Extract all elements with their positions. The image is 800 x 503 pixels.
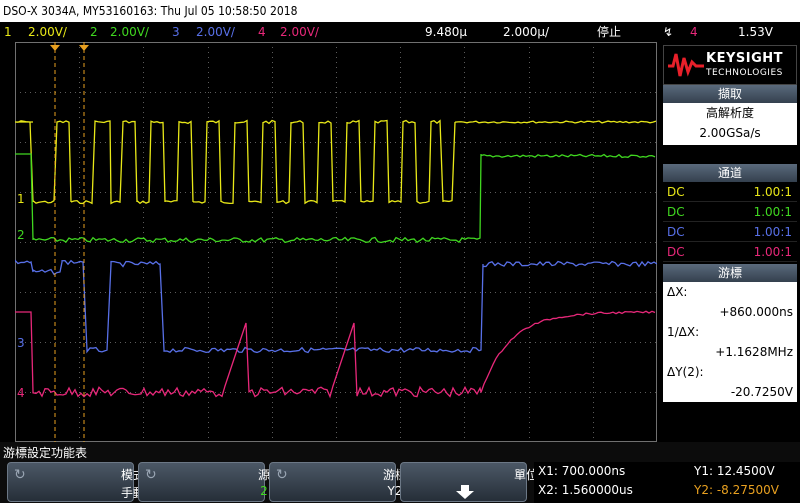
ch2-coupling: DC [667, 205, 685, 219]
sample-rate: 2.00GSa/s [699, 126, 761, 140]
softkey-source[interactable]: ↻ 源 2 [138, 462, 270, 502]
ch2-ground-marker: 2 [17, 228, 25, 242]
run-state[interactable]: 停止 [597, 22, 621, 42]
ch3-number[interactable]: 3 [172, 22, 180, 42]
y2-readout: Y2: -8.27500V [694, 483, 779, 497]
inv-delta-x-label: 1/ΔX: [667, 325, 700, 339]
ch4-coupling: DC [667, 245, 685, 259]
acquisition-mode: 高解析度 [705, 106, 754, 120]
ch3-coupling: DC [667, 225, 685, 239]
channel-row-3[interactable]: DC 1.00:1 [663, 222, 797, 242]
x1-readout: X1: 700.000ns [538, 464, 626, 478]
softkey-units[interactable]: 單位 [400, 462, 538, 502]
keysight-logo: KEYSIGHT TECHNOLOGIES [663, 45, 797, 85]
ch4-number[interactable]: 4 [258, 22, 266, 42]
timebase-scale[interactable]: 2.000µ/ [503, 22, 549, 42]
rotate-icon: ↻ [276, 467, 288, 483]
cursor-readouts: X1: 700.000ns X2: 1.560000us Y1: 12.4500… [534, 462, 800, 503]
acquisition-header[interactable]: 擷取 [663, 85, 797, 103]
title-text: DSO-X 3034A, MY53160163: Thu Jul 05 10:5… [3, 4, 298, 18]
ch4-ground-marker: 4 [17, 386, 25, 400]
x2-readout: X2: 1.560000us [538, 483, 633, 497]
title-bar: DSO-X 3034A, MY53160163: Thu Jul 05 10:5… [0, 0, 800, 22]
rotate-icon: ↻ [145, 467, 157, 483]
y1-readout: Y1: 12.4500V [694, 464, 775, 478]
ch2-scale[interactable]: 2.00V/ [110, 22, 149, 42]
acquisition-body[interactable]: 高解析度 2.00GSa/s [663, 103, 797, 145]
rotate-icon: ↻ [14, 467, 26, 483]
delta-y-label: ΔY(2): [667, 365, 704, 379]
softkey-cursor[interactable]: ↻ 游標 Y2 [269, 462, 407, 502]
cursor-header[interactable]: 游標 [663, 264, 797, 282]
ch2-number[interactable]: 2 [90, 22, 98, 42]
channel-list: DC 1.00:1 DC 1.00:1 DC 1.00:1 DC 1.00:1 [663, 182, 797, 262]
ch1-probe: 1.00:1 [753, 185, 792, 199]
ch3-ground-marker: 3 [17, 336, 25, 350]
menu-title: 游標設定功能表 [3, 446, 88, 460]
delta-y-value: -20.7250V [730, 385, 793, 399]
timebase-delay[interactable]: 9.480µ [425, 22, 467, 42]
cursor-measurements[interactable]: ΔX: +860.000ns 1/ΔX: +1.1628MHz ΔY(2): -… [663, 282, 797, 402]
ch4-probe: 1.00:1 [753, 245, 792, 259]
channel-row-4[interactable]: DC 1.00:1 [663, 242, 797, 262]
logo-brand: KEYSIGHT [706, 51, 783, 66]
keysight-wave-icon [668, 53, 704, 77]
side-panel: KEYSIGHT TECHNOLOGIES 擷取 高解析度 2.00GSa/s … [660, 42, 800, 442]
ch1-scale[interactable]: 2.00V/ [28, 22, 67, 42]
softkey-mode[interactable]: ↻ 模式 手動 [7, 462, 145, 502]
waveform-display[interactable]: 1 2 3 4 [15, 42, 657, 442]
ch2-probe: 1.00:1 [753, 205, 792, 219]
trigger-edge-icon: ↯ [663, 25, 674, 39]
ch1-number[interactable]: 1 [4, 22, 12, 42]
delta-x-value: +860.000ns [719, 305, 793, 319]
ch1-ground-marker: 1 [17, 192, 25, 206]
ch1-coupling: DC [667, 185, 685, 199]
arrow-down-icon [456, 485, 474, 499]
channel-row-1[interactable]: DC 1.00:1 [663, 182, 797, 202]
channel-header[interactable]: 通道 [663, 164, 797, 182]
ch3-scale[interactable]: 2.00V/ [196, 22, 235, 42]
channel-row-2[interactable]: DC 1.00:1 [663, 202, 797, 222]
trigger-level[interactable]: 1.53V [738, 22, 773, 42]
trigger-channel[interactable]: 4 [690, 22, 698, 42]
logo-sub: TECHNOLOGIES [706, 68, 783, 78]
inv-delta-x-value: +1.1628MHz [715, 345, 793, 359]
ch3-probe: 1.00:1 [753, 225, 792, 239]
ch4-scale[interactable]: 2.00V/ [280, 22, 319, 42]
delta-x-label: ΔX: [667, 285, 688, 299]
status-bar: 1 2.00V/ 2 2.00V/ 3 2.00V/ 4 2.00V/ 9.48… [0, 22, 800, 42]
